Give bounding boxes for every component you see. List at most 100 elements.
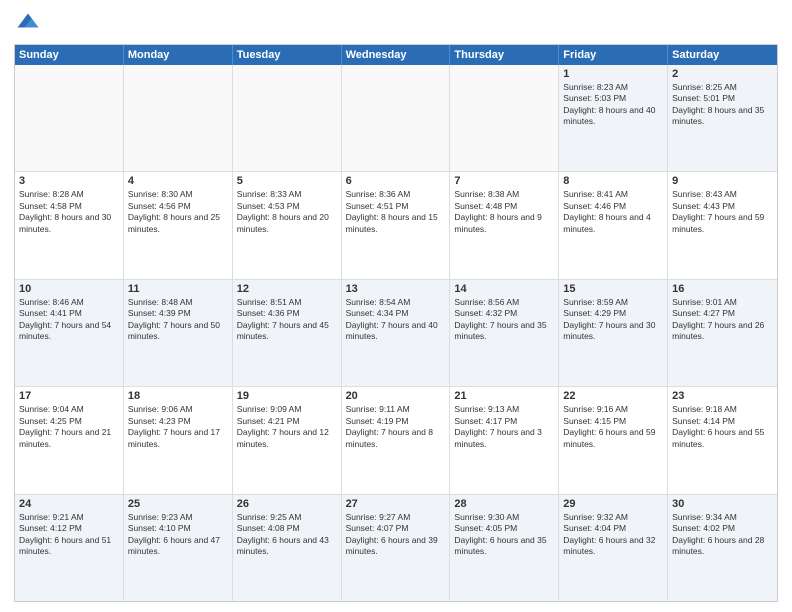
calendar-cell — [124, 65, 233, 171]
calendar-cell: 10 Sunrise: 8:46 AM Sunset: 4:41 PM Dayli… — [15, 280, 124, 386]
cell-info: Sunrise: 9:27 AM Sunset: 4:07 PM Dayligh… — [346, 512, 446, 558]
header — [14, 10, 778, 38]
day-number: 4 — [128, 175, 228, 187]
calendar-body: 1 Sunrise: 8:23 AM Sunset: 5:03 PM Daylig… — [15, 65, 777, 601]
calendar-cell: 22 Sunrise: 9:16 AM Sunset: 4:15 PM Dayli… — [559, 387, 668, 493]
calendar-cell: 9 Sunrise: 8:43 AM Sunset: 4:43 PM Daylig… — [668, 172, 777, 278]
calendar-cell: 15 Sunrise: 8:59 AM Sunset: 4:29 PM Dayli… — [559, 280, 668, 386]
calendar-cell: 7Sunrise: 8:38 AM Sunset: 4:48 PM Daylig… — [450, 172, 559, 278]
cell-info: Sunrise: 9:13 AM Sunset: 4:17 PM Dayligh… — [454, 404, 554, 450]
cell-info: Sunrise: 9:04 AM Sunset: 4:25 PM Dayligh… — [19, 404, 119, 450]
header-day-saturday: Saturday — [668, 45, 777, 65]
calendar-cell: 1 Sunrise: 8:23 AM Sunset: 5:03 PM Daylig… — [559, 65, 668, 171]
cell-info: Sunrise: 9:25 AM Sunset: 4:08 PM Dayligh… — [237, 512, 337, 558]
cell-info: Sunrise: 9:16 AM Sunset: 4:15 PM Dayligh… — [563, 404, 663, 450]
day-number: 12 — [237, 283, 337, 295]
calendar-cell: 12 Sunrise: 8:51 AM Sunset: 4:36 PM Dayli… — [233, 280, 342, 386]
calendar-cell — [233, 65, 342, 171]
calendar-cell — [342, 65, 451, 171]
cell-info: Sunrise: 8:30 AM Sunset: 4:56 PM Dayligh… — [128, 189, 228, 235]
day-number: 6 — [346, 175, 446, 187]
cell-info: Sunrise: 8:41 AM Sunset: 4:46 PM Dayligh… — [563, 189, 663, 235]
day-number: 27 — [346, 498, 446, 510]
day-number: 11 — [128, 283, 228, 295]
cell-info: Sunrise: 8:48 AM Sunset: 4:39 PM Dayligh… — [128, 297, 228, 343]
cell-info: Sunrise: 8:23 AM Sunset: 5:03 PM Dayligh… — [563, 82, 663, 128]
logo-icon — [14, 10, 42, 38]
header-day-thursday: Thursday — [450, 45, 559, 65]
cell-info: Sunrise: 8:38 AM Sunset: 4:48 PM Dayligh… — [454, 189, 554, 235]
day-number: 21 — [454, 390, 554, 402]
header-day-monday: Monday — [124, 45, 233, 65]
calendar-cell: 20 Sunrise: 9:11 AM Sunset: 4:19 PM Dayli… — [342, 387, 451, 493]
day-number: 15 — [563, 283, 663, 295]
calendar-cell: 17 Sunrise: 9:04 AM Sunset: 4:25 PM Dayli… — [15, 387, 124, 493]
calendar-row: 17 Sunrise: 9:04 AM Sunset: 4:25 PM Dayli… — [15, 386, 777, 493]
cell-info: Sunrise: 8:25 AM Sunset: 5:01 PM Dayligh… — [672, 82, 773, 128]
day-number: 25 — [128, 498, 228, 510]
cell-info: Sunrise: 9:30 AM Sunset: 4:05 PM Dayligh… — [454, 512, 554, 558]
day-number: 3 — [19, 175, 119, 187]
day-number: 1 — [563, 68, 663, 80]
day-number: 19 — [237, 390, 337, 402]
header-day-wednesday: Wednesday — [342, 45, 451, 65]
day-number: 2 — [672, 68, 773, 80]
logo — [14, 10, 46, 38]
day-number: 18 — [128, 390, 228, 402]
calendar-cell: 21 Sunrise: 9:13 AM Sunset: 4:17 PM Dayli… — [450, 387, 559, 493]
cell-info: Sunrise: 8:54 AM Sunset: 4:34 PM Dayligh… — [346, 297, 446, 343]
calendar-cell: 5Sunrise: 8:33 AM Sunset: 4:53 PM Daylig… — [233, 172, 342, 278]
day-number: 20 — [346, 390, 446, 402]
page: SundayMondayTuesdayWednesdayThursdayFrid… — [0, 0, 792, 612]
calendar-cell: 23Sunrise: 9:18 AM Sunset: 4:14 PM Dayli… — [668, 387, 777, 493]
cell-info: Sunrise: 9:01 AM Sunset: 4:27 PM Dayligh… — [672, 297, 773, 343]
day-number: 30 — [672, 498, 773, 510]
calendar-cell: 27 Sunrise: 9:27 AM Sunset: 4:07 PM Dayli… — [342, 495, 451, 601]
day-number: 16 — [672, 283, 773, 295]
cell-info: Sunrise: 9:34 AM Sunset: 4:02 PM Dayligh… — [672, 512, 773, 558]
day-number: 29 — [563, 498, 663, 510]
cell-info: Sunrise: 8:46 AM Sunset: 4:41 PM Dayligh… — [19, 297, 119, 343]
cell-info: Sunrise: 9:23 AM Sunset: 4:10 PM Dayligh… — [128, 512, 228, 558]
cell-info: Sunrise: 8:59 AM Sunset: 4:29 PM Dayligh… — [563, 297, 663, 343]
day-number: 24 — [19, 498, 119, 510]
calendar-row: 24 Sunrise: 9:21 AM Sunset: 4:12 PM Dayli… — [15, 494, 777, 601]
cell-info: Sunrise: 9:18 AM Sunset: 4:14 PM Dayligh… — [672, 404, 773, 450]
day-number: 26 — [237, 498, 337, 510]
calendar-header: SundayMondayTuesdayWednesdayThursdayFrid… — [15, 45, 777, 65]
calendar-cell: 24 Sunrise: 9:21 AM Sunset: 4:12 PM Dayli… — [15, 495, 124, 601]
cell-info: Sunrise: 8:51 AM Sunset: 4:36 PM Dayligh… — [237, 297, 337, 343]
calendar: SundayMondayTuesdayWednesdayThursdayFrid… — [14, 44, 778, 602]
calendar-cell: 14Sunrise: 8:56 AM Sunset: 4:32 PM Dayli… — [450, 280, 559, 386]
calendar-cell: 2 Sunrise: 8:25 AM Sunset: 5:01 PM Daylig… — [668, 65, 777, 171]
calendar-row: 10 Sunrise: 8:46 AM Sunset: 4:41 PM Dayli… — [15, 279, 777, 386]
calendar-cell: 4 Sunrise: 8:30 AM Sunset: 4:56 PM Daylig… — [124, 172, 233, 278]
cell-info: Sunrise: 9:11 AM Sunset: 4:19 PM Dayligh… — [346, 404, 446, 450]
cell-info: Sunrise: 9:32 AM Sunset: 4:04 PM Dayligh… — [563, 512, 663, 558]
calendar-cell: 11 Sunrise: 8:48 AM Sunset: 4:39 PM Dayli… — [124, 280, 233, 386]
calendar-cell: 29 Sunrise: 9:32 AM Sunset: 4:04 PM Dayli… — [559, 495, 668, 601]
cell-info: Sunrise: 8:43 AM Sunset: 4:43 PM Dayligh… — [672, 189, 773, 235]
calendar-cell: 13 Sunrise: 8:54 AM Sunset: 4:34 PM Dayli… — [342, 280, 451, 386]
calendar-cell: 3Sunrise: 8:28 AM Sunset: 4:58 PM Daylig… — [15, 172, 124, 278]
day-number: 8 — [563, 175, 663, 187]
calendar-cell: 25 Sunrise: 9:23 AM Sunset: 4:10 PM Dayli… — [124, 495, 233, 601]
calendar-cell — [15, 65, 124, 171]
cell-info: Sunrise: 8:56 AM Sunset: 4:32 PM Dayligh… — [454, 297, 554, 343]
cell-info: Sunrise: 9:06 AM Sunset: 4:23 PM Dayligh… — [128, 404, 228, 450]
day-number: 17 — [19, 390, 119, 402]
day-number: 22 — [563, 390, 663, 402]
header-day-sunday: Sunday — [15, 45, 124, 65]
cell-info: Sunrise: 9:21 AM Sunset: 4:12 PM Dayligh… — [19, 512, 119, 558]
calendar-cell: 26 Sunrise: 9:25 AM Sunset: 4:08 PM Dayli… — [233, 495, 342, 601]
header-day-friday: Friday — [559, 45, 668, 65]
cell-info: Sunrise: 8:36 AM Sunset: 4:51 PM Dayligh… — [346, 189, 446, 235]
day-number: 10 — [19, 283, 119, 295]
calendar-row: 3Sunrise: 8:28 AM Sunset: 4:58 PM Daylig… — [15, 171, 777, 278]
day-number: 9 — [672, 175, 773, 187]
calendar-cell: 30 Sunrise: 9:34 AM Sunset: 4:02 PM Dayli… — [668, 495, 777, 601]
header-day-tuesday: Tuesday — [233, 45, 342, 65]
day-number: 13 — [346, 283, 446, 295]
calendar-cell: 18 Sunrise: 9:06 AM Sunset: 4:23 PM Dayli… — [124, 387, 233, 493]
calendar-cell: 28Sunrise: 9:30 AM Sunset: 4:05 PM Dayli… — [450, 495, 559, 601]
